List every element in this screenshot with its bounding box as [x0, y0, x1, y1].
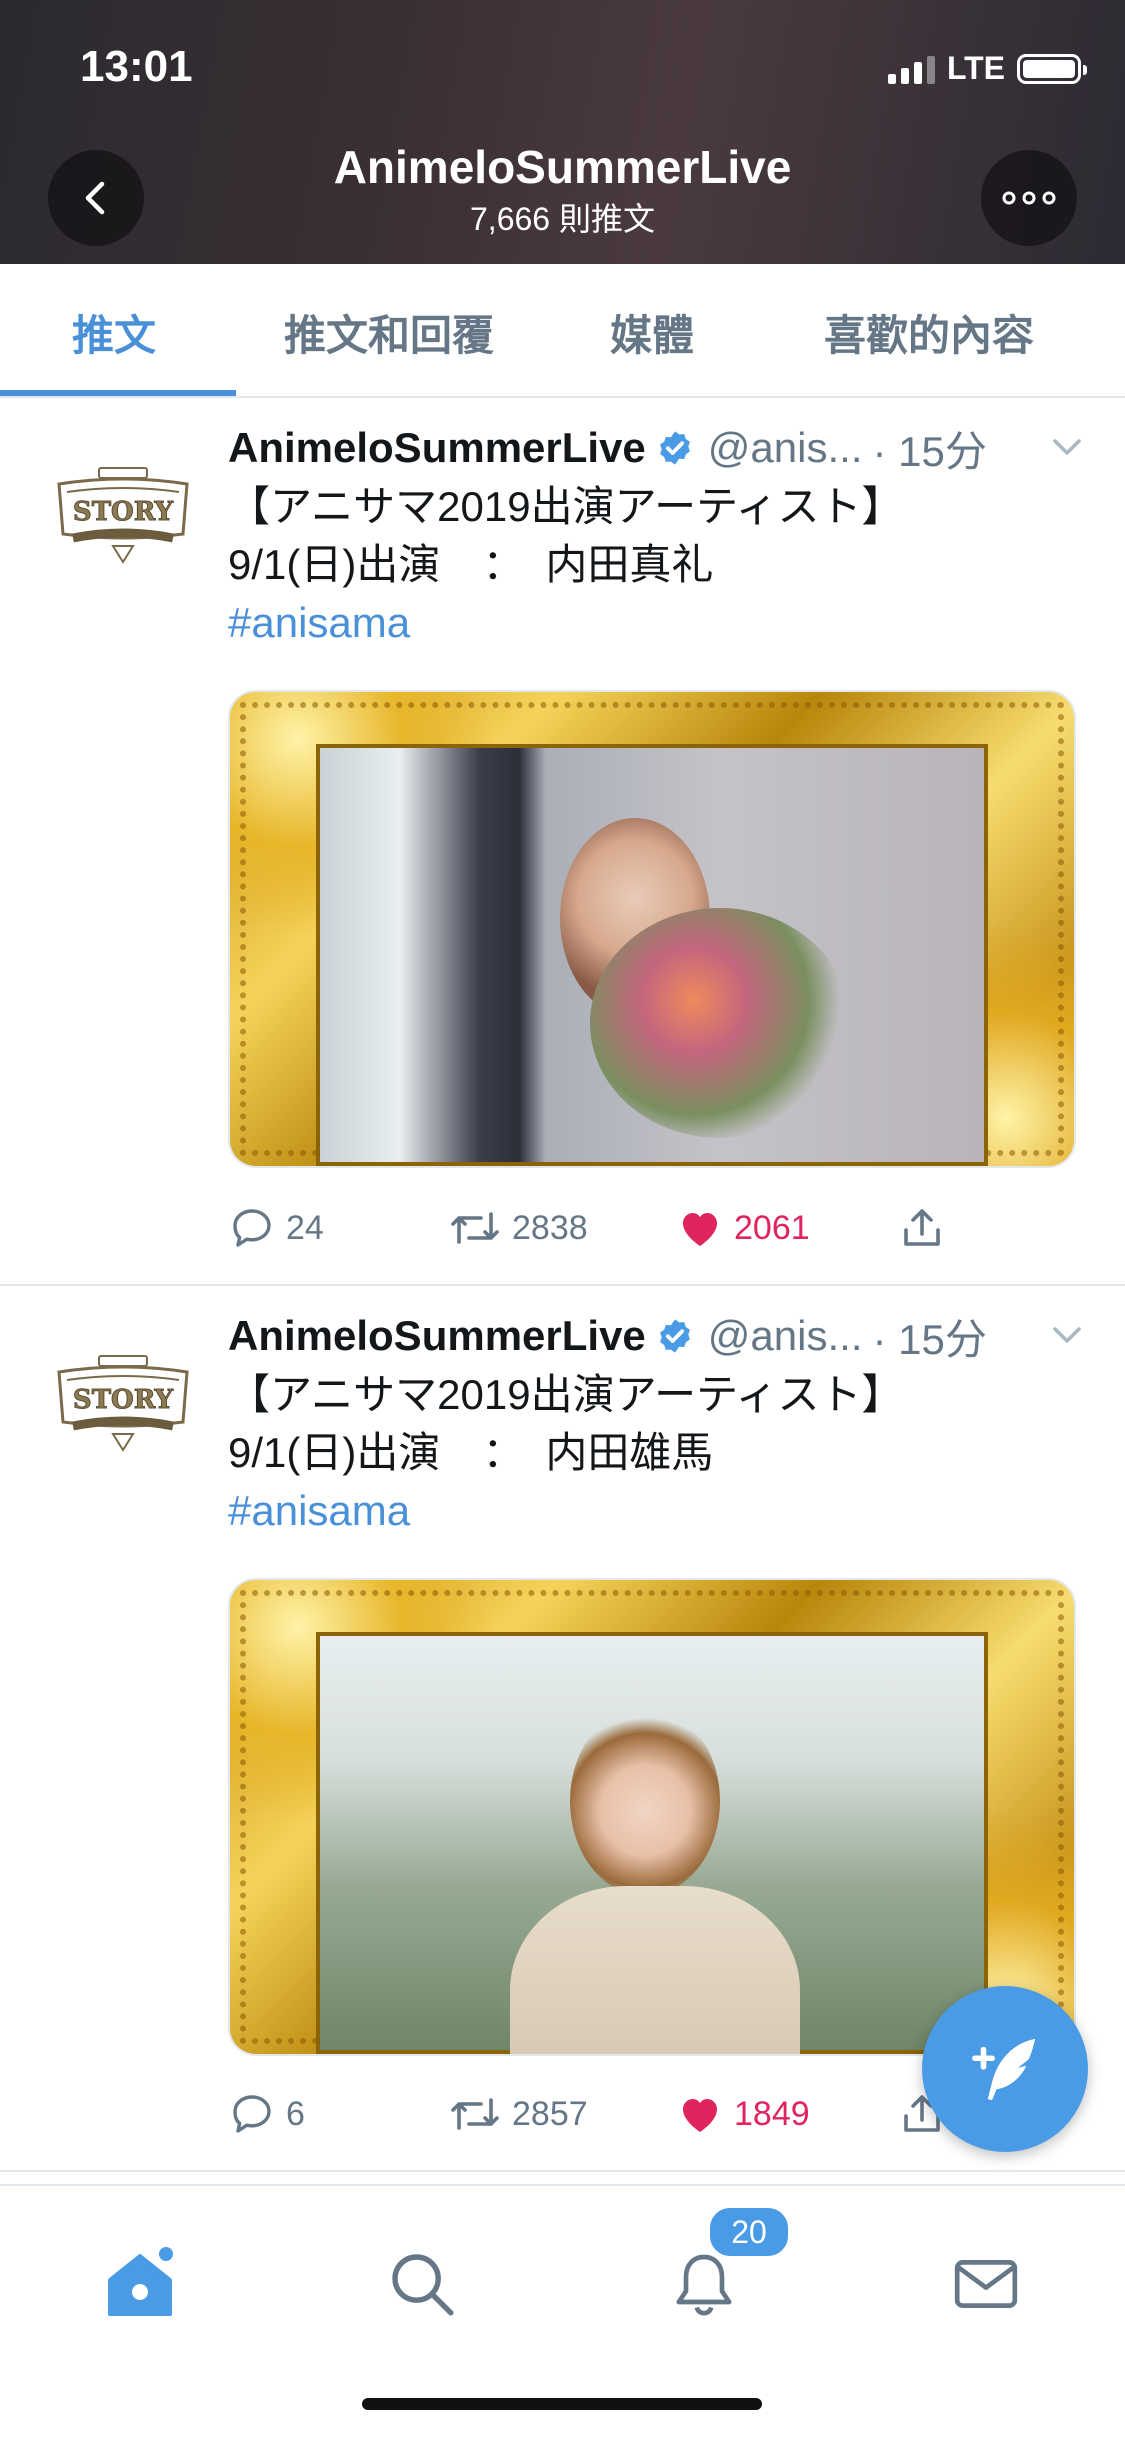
tweet-header: AnimeloSummerLive @anis... · 15分	[228, 420, 1085, 476]
tweet-text: 【アニサマ2019出演アーティスト】 9/1(日)出演 ： 内田真礼 #anis…	[228, 478, 1085, 652]
heart-icon	[683, 1213, 717, 1246]
retweet-button[interactable]: 2838	[448, 1200, 588, 1256]
reply-count: 6	[286, 2094, 305, 2133]
tweet-actions: 24 2838 2061	[228, 1200, 1085, 1256]
heart-icon	[683, 2099, 717, 2132]
nav-home[interactable]	[90, 2234, 190, 2334]
compose-tweet-button[interactable]	[922, 1986, 1088, 2152]
avatar[interactable]: STORY	[50, 444, 196, 590]
more-icon	[1002, 191, 1056, 205]
battery-icon	[1017, 53, 1087, 84]
like-count: 1849	[734, 2094, 810, 2133]
nav-search[interactable]	[372, 2234, 472, 2334]
tab-active-indicator	[0, 390, 236, 396]
verified-icon	[659, 431, 690, 465]
chevron-down-icon[interactable]	[1049, 1320, 1085, 1350]
mail-icon	[954, 2260, 1018, 2308]
tweet-image[interactable]	[228, 690, 1076, 1168]
tab-tweets[interactable]: 推文	[72, 302, 156, 363]
tweet-item[interactable]: STORY AnimeloSummerLive @anis... · 15分 【…	[0, 398, 1125, 1286]
tweet-image[interactable]	[228, 1578, 1076, 2056]
author-name[interactable]: AnimeloSummerLive	[228, 424, 646, 472]
reply-count: 24	[286, 1208, 324, 1247]
search-icon	[392, 2254, 454, 2316]
author-handle[interactable]: @anis...	[708, 1312, 863, 1360]
story-logo-icon: STORY	[57, 1355, 189, 1452]
tweet-header: AnimeloSummerLive @anis... · 15分	[228, 1308, 1085, 1364]
author-name[interactable]: AnimeloSummerLive	[228, 1312, 646, 1360]
tweet-line: 9/1(日)出演 ： 内田雄馬	[228, 1429, 714, 1476]
like-count: 2061	[734, 1208, 810, 1247]
like-button[interactable]: 1849	[676, 2086, 810, 2142]
share-icon	[904, 1209, 940, 1246]
tweet-time: · 15分	[872, 1315, 987, 1363]
tweet-text: 【アニサマ2019出演アーティスト】 9/1(日)出演 ： 内田雄馬 #anis…	[228, 1366, 1085, 1540]
like-button[interactable]: 2061	[676, 1200, 810, 1256]
profile-header: 13:01 LTE AnimeloSummerLive 7,666 則推文	[0, 0, 1125, 264]
compose-icon	[972, 2038, 1036, 2101]
tweet-count: 7,666 則推文	[470, 201, 655, 237]
signal-icon	[887, 54, 935, 84]
reply-button[interactable]: 24	[228, 1200, 324, 1256]
avatar[interactable]: STORY	[50, 1332, 196, 1478]
notification-badge: 20	[706, 2204, 792, 2260]
profile-tabs: 推文 推文和回覆 媒體 喜歡的內容	[0, 264, 1125, 398]
home-indicator	[362, 2398, 762, 2410]
svg-text:STORY: STORY	[73, 1385, 174, 1415]
retweet-icon	[451, 2098, 499, 2130]
retweet-button[interactable]: 2857	[448, 2086, 588, 2142]
tweet-time: · 15分	[872, 427, 987, 475]
svg-text:STORY: STORY	[73, 497, 174, 527]
chevron-down-icon[interactable]	[1049, 432, 1085, 462]
tab-tweets-replies[interactable]: 推文和回覆	[284, 302, 494, 363]
reply-button[interactable]: 6	[228, 2086, 305, 2142]
nav-messages[interactable]	[936, 2234, 1036, 2334]
tweet-line: 【アニサマ2019出演アーティスト】	[228, 483, 904, 530]
home-icon	[108, 2247, 173, 2316]
more-button[interactable]	[981, 150, 1077, 246]
retweet-count: 2857	[512, 2094, 588, 2133]
tab-media[interactable]: 媒體	[610, 302, 694, 363]
story-logo-icon: STORY	[57, 467, 189, 564]
status-indicators: LTE	[887, 50, 1087, 87]
verified-icon	[659, 1319, 690, 1353]
network-label: LTE	[946, 50, 1005, 86]
hashtag-link[interactable]: #anisama	[228, 1482, 1085, 1540]
share-button[interactable]	[898, 1200, 946, 1256]
tweet-line: 9/1(日)出演 ： 内田真礼	[228, 541, 714, 588]
author-handle[interactable]: @anis...	[708, 424, 863, 472]
reply-icon	[233, 1209, 271, 1247]
retweet-count: 2838	[512, 1208, 588, 1247]
reply-icon	[233, 2095, 271, 2133]
status-time: 13:01	[80, 42, 193, 91]
header-title: AnimeloSummerLive	[333, 141, 792, 193]
tweet-line: 【アニサマ2019出演アーティスト】	[228, 1371, 904, 1418]
tab-likes[interactable]: 喜歡的內容	[824, 302, 1034, 363]
hashtag-link[interactable]: #anisama	[228, 594, 1085, 652]
retweet-icon	[451, 1212, 499, 1244]
